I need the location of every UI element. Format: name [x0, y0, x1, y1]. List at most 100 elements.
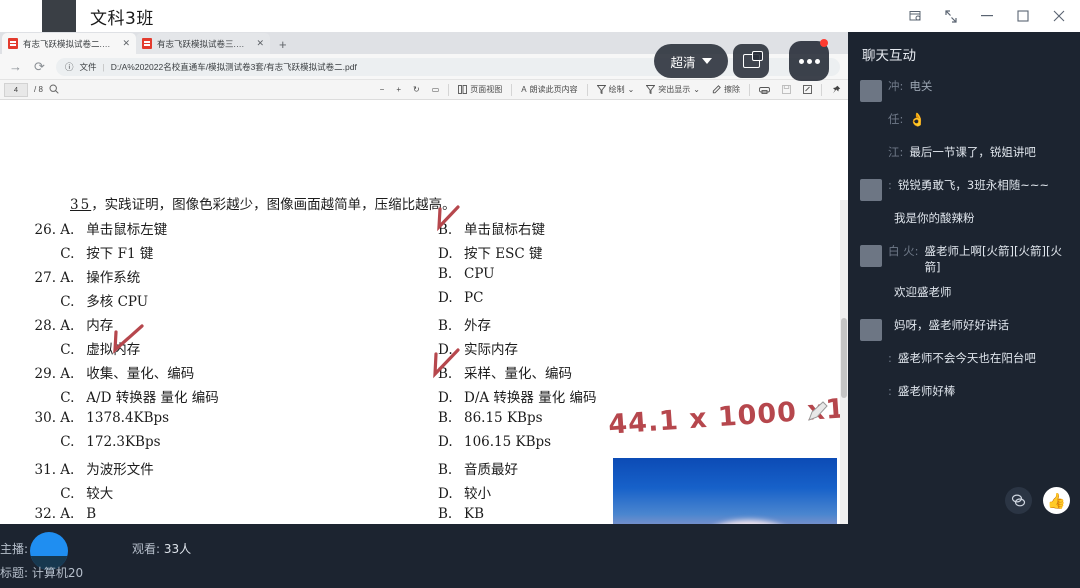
page-number-input[interactable]: 4: [4, 82, 28, 97]
tab-label: 有志飞跃模拟试卷二.pdf: [23, 38, 114, 49]
read-aloud-button[interactable]: A 朗读此页内容: [518, 84, 580, 95]
option-letter: A.: [60, 222, 75, 238]
question-row: D. PC: [438, 290, 483, 306]
option-letter: C.: [60, 294, 75, 310]
minimize-button[interactable]: [970, 1, 1004, 31]
new-tab-button[interactable]: +: [270, 37, 294, 54]
chat-message: : 盛老师好棒: [848, 379, 1080, 412]
resize-icon[interactable]: [934, 1, 968, 31]
emoji-button[interactable]: [1005, 487, 1032, 514]
highlight-button[interactable]: 突出显示 ⌄: [643, 84, 703, 95]
question-number: 27.: [34, 270, 56, 286]
chat-sender: 江:: [888, 145, 904, 159]
chat-message: 江: 最后一节课了，锐姐讲吧: [848, 140, 1080, 173]
option-text: B: [86, 506, 97, 522]
question-row: D. 106.15 KBps: [438, 434, 551, 450]
browser-tab-0[interactable]: 有志飞跃模拟试卷二.pdf ✕: [2, 33, 136, 54]
host-label: 主播:: [0, 542, 29, 556]
pdf-file-icon: [142, 38, 152, 49]
chat-text: 盛老师好棒: [897, 384, 956, 399]
page-view-label: 页面视图: [470, 85, 503, 94]
like-button[interactable]: 👍: [1043, 487, 1070, 514]
question-row: B. CPU: [438, 266, 495, 282]
print-button[interactable]: [756, 85, 773, 94]
question-row: 31. A. 为波形文件: [22, 458, 154, 478]
browser-tab-1[interactable]: 有志飞跃模拟试卷三.pdf ✕: [136, 33, 270, 54]
page-title: 文科3班: [90, 8, 154, 29]
headline-blank: 35: [70, 197, 92, 213]
chevron-down-icon[interactable]: ⌄: [693, 85, 700, 94]
chat-text: 欢迎盛老师: [894, 285, 952, 300]
question-row: B. 外存: [438, 314, 491, 334]
erase-label: 擦除: [724, 85, 740, 94]
option-letter: A.: [60, 506, 75, 522]
rotate-button[interactable]: ↻: [410, 85, 423, 94]
video-quality-selector[interactable]: 超清: [654, 44, 728, 78]
option-letter: D.: [438, 390, 453, 406]
question-row: B. KB: [438, 506, 484, 522]
document-headline: 35，实践证明，图像色彩越少，图像画面越简单，压缩比越高。: [70, 193, 456, 213]
search-icon[interactable]: [49, 83, 59, 96]
tab-close-icon[interactable]: ✕: [118, 38, 130, 49]
chat-message: 白 火: 盛老师上啊[火箭][火箭][火箭]: [848, 239, 1080, 280]
option-text: 按下 ESC 键: [464, 246, 543, 262]
save-button[interactable]: [779, 85, 794, 94]
option-text: 单击鼠标左键: [86, 222, 168, 238]
chat-message: : 盛老师不会今天也在阳台吧: [848, 346, 1080, 379]
info-icon: ⓘ: [65, 61, 74, 72]
chevron-down-icon[interactable]: ⌄: [628, 85, 635, 94]
pdf-page[interactable]: 35，实践证明，图像色彩越少，图像画面越简单，压缩比越高。 26. A. 单击鼠标…: [0, 100, 848, 524]
picture-in-picture-button[interactable]: [733, 44, 769, 78]
option-text: 外存: [464, 318, 491, 334]
draw-label: 绘制: [608, 85, 625, 94]
page-total-label: / 8: [34, 85, 43, 94]
chat-message: 任: 👌: [848, 107, 1080, 140]
url-text: D:/A%202022名校直通车/模拟测试卷3套/有志飞跃模拟试卷二.pdf: [110, 61, 357, 72]
question-row: B. 单击鼠标右键: [438, 218, 545, 238]
option-letter: D.: [438, 290, 453, 306]
close-button[interactable]: [1042, 1, 1076, 31]
question-row: B. 采样、量化、编码: [438, 362, 572, 382]
forward-icon[interactable]: →: [8, 59, 23, 74]
live-class-window: 文科3班 有志飞跃模拟试卷二.pdf ✕ 有志飞跃模拟试卷三.pdf ✕ + →…: [0, 0, 1080, 588]
option-letter: A.: [60, 462, 75, 478]
avatar: [860, 80, 882, 102]
question-row: 27. A. 操作系统: [22, 266, 141, 286]
chat-text: 盛老师上啊[火箭][火箭][火箭]: [924, 244, 1062, 274]
more-options-button[interactable]: [789, 41, 829, 81]
fit-page-button[interactable]: ▭: [429, 85, 443, 94]
zoom-out-button[interactable]: −: [377, 85, 388, 94]
annotate-button[interactable]: [800, 85, 815, 94]
pdf-scrollbar[interactable]: [840, 200, 848, 524]
avatar: [860, 319, 882, 342]
option-text: 操作系统: [86, 270, 141, 286]
toolbar-divider: [511, 83, 513, 96]
option-text: A/D 转换器 量化 编码: [86, 390, 219, 406]
pdf-file-icon: [8, 38, 18, 49]
chat-text: 👌: [909, 113, 926, 128]
window-snap-icon[interactable]: [898, 1, 932, 31]
tab-close-icon[interactable]: ✕: [252, 38, 264, 49]
question-row: 26. A. 单击鼠标左键: [22, 218, 168, 238]
reload-icon[interactable]: ⟳: [32, 59, 47, 75]
page-view-button[interactable]: 页面视图: [455, 84, 505, 95]
erase-button[interactable]: 擦除: [709, 84, 743, 95]
option-letter: D.: [438, 434, 453, 450]
option-letter: C.: [60, 342, 75, 358]
pin-button[interactable]: [828, 85, 844, 95]
chat-message: 我是你的酸辣粉: [848, 206, 1080, 239]
draw-button[interactable]: 绘制 ⌄: [594, 84, 638, 95]
chevron-down-icon: [701, 58, 712, 64]
question-row: D. 实际内存: [438, 338, 518, 358]
zoom-in-button[interactable]: +: [393, 85, 404, 94]
headline-rest: ，实践证明，图像色彩越少，图像画面越简单，压缩比越高。: [91, 197, 456, 213]
chat-text: 锐锐勇敢飞，3班永相随~~~: [897, 178, 1050, 192]
chat-text: 最后一节课了，锐姐讲吧: [909, 145, 1036, 159]
question-row: C. 按下 F1 键: [22, 242, 153, 262]
maximize-button[interactable]: [1006, 1, 1040, 31]
chat-text: 妈呀，盛老师好好讲话: [894, 318, 1009, 333]
question-number: 28.: [34, 318, 56, 334]
toolbar-divider: [821, 83, 822, 96]
pdf-scrollbar-thumb[interactable]: [841, 318, 847, 398]
question-row: 29. A. 收集、量化、编码: [22, 362, 195, 382]
